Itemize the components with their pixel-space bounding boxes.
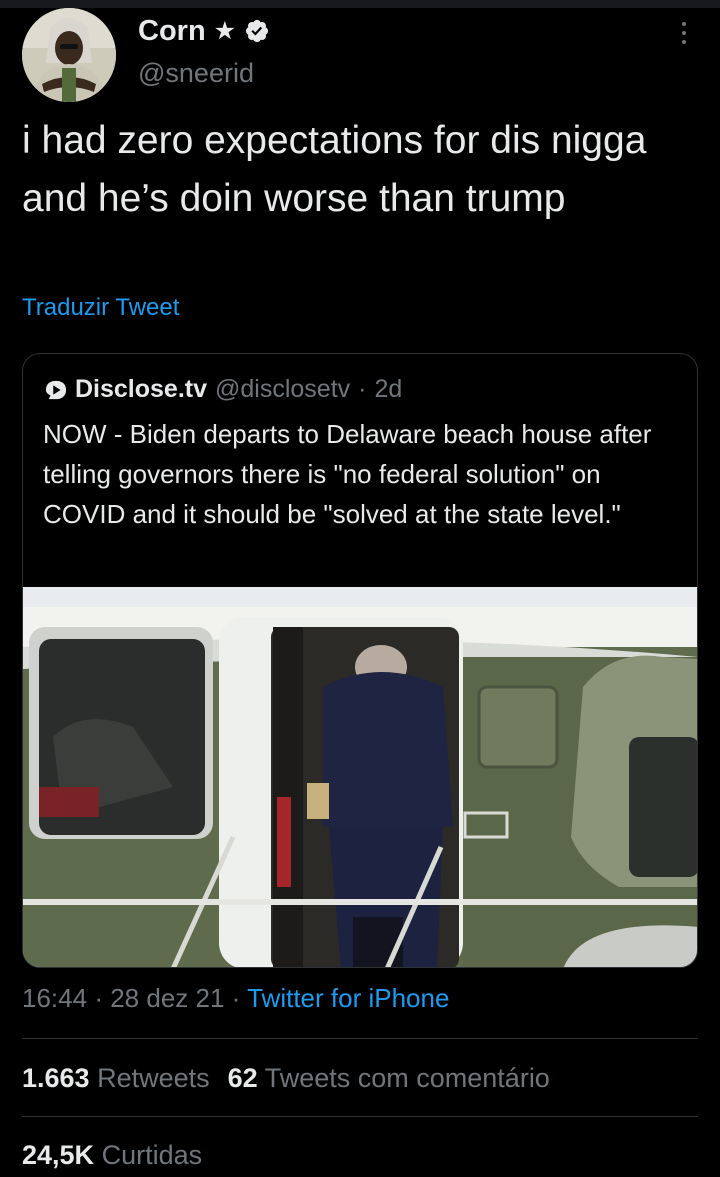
- quoted-tweet-photo[interactable]: [23, 587, 697, 967]
- avatar[interactable]: [22, 8, 116, 102]
- verified-badge-icon: [245, 19, 269, 43]
- quoted-tweet-text: NOW - Biden departs to Delaware beach ho…: [43, 419, 652, 529]
- tweet-meta: 16:44 · 28 dez 21 · Twitter for iPhone: [22, 983, 449, 1014]
- retweets-stat[interactable]: 1.663 Retweets: [22, 1063, 210, 1093]
- disclose-logo-icon: [45, 380, 67, 399]
- likes-label: Curtidas: [101, 1140, 203, 1170]
- divider: [22, 1116, 698, 1117]
- tweet-date: 28 dez 21: [110, 983, 225, 1013]
- likes-count: 24,5K: [22, 1140, 95, 1170]
- translate-tweet-link[interactable]: Traduzir Tweet: [22, 294, 179, 322]
- quoted-tweet[interactable]: Disclose.tv @disclosetv · 2d NOW - Biden…: [22, 353, 698, 968]
- quoted-author-name[interactable]: Disclose.tv: [75, 375, 207, 404]
- quote-tweets-stat[interactable]: 62 Tweets com comentário: [228, 1063, 550, 1093]
- retweets-count: 1.663: [22, 1063, 90, 1093]
- author-handle[interactable]: @sneerid: [138, 58, 254, 89]
- author-name-row: Corn ★: [138, 14, 270, 48]
- quoted-tweet-header: Disclose.tv @disclosetv · 2d: [45, 375, 402, 404]
- quoted-separator: ·: [358, 375, 367, 403]
- top-divider: [0, 0, 720, 8]
- tweet-source-link[interactable]: Twitter for iPhone: [247, 983, 449, 1013]
- quote-tweets-label: Tweets com comentário: [264, 1063, 550, 1093]
- divider: [22, 1038, 698, 1039]
- tweet-text: i had zero expectations for dis nigga an…: [22, 119, 647, 220]
- meta-separator: ·: [94, 983, 103, 1013]
- tweet-time: 16:44: [22, 983, 88, 1013]
- more-options-icon[interactable]: [674, 18, 694, 48]
- star-icon: ★: [213, 16, 237, 45]
- quoted-timestamp: 2d: [374, 375, 403, 403]
- likes-stat[interactable]: 24,5K Curtidas: [22, 1140, 202, 1170]
- author-name[interactable]: Corn: [138, 15, 206, 48]
- meta-separator: ·: [231, 983, 241, 1013]
- retweet-stats-row: 1.663 Retweets 62 Tweets com comentário: [22, 1063, 550, 1094]
- retweets-label: Retweets: [97, 1063, 210, 1093]
- quoted-author-handle[interactable]: @disclosetv: [215, 375, 350, 404]
- quote-tweets-count: 62: [227, 1063, 258, 1093]
- likes-stats-row: 24,5K Curtidas: [22, 1140, 202, 1171]
